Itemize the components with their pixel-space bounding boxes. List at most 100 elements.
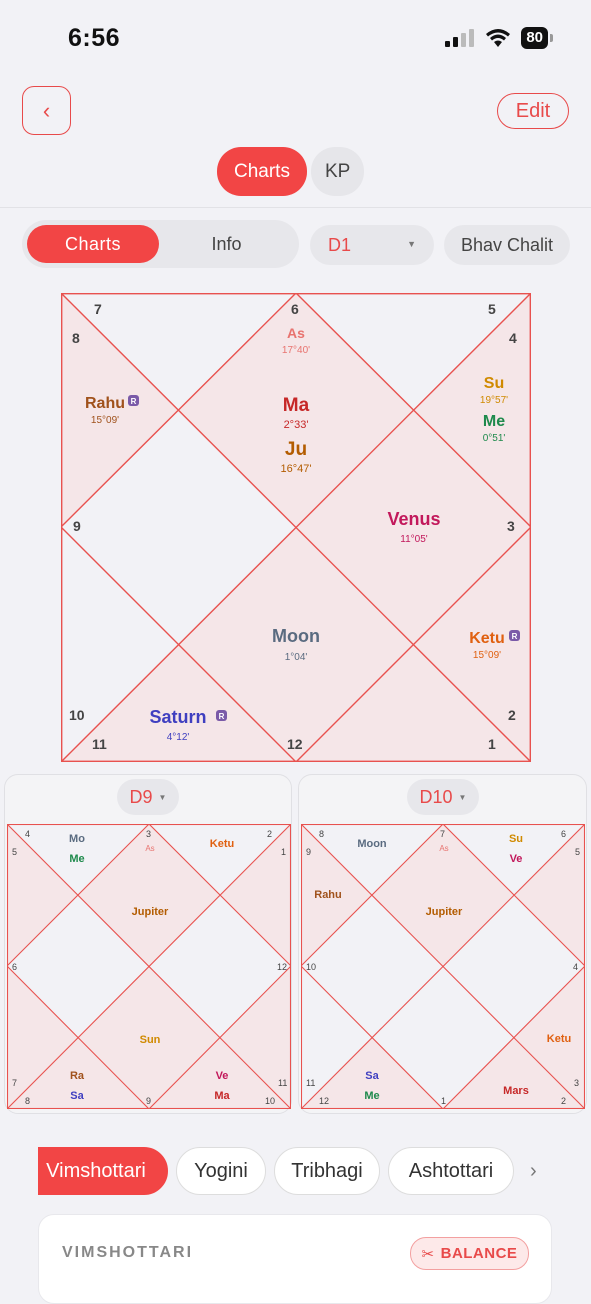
d10-house-6: 6 (561, 829, 566, 839)
d10-house-8: 8 (319, 829, 324, 839)
d9-ketu: Ketu (210, 838, 234, 850)
d9-house-1: 1 (281, 847, 286, 857)
vimshottari-title: VIMSHOTTARI (62, 1244, 194, 1261)
d9-house-3: 3 (146, 829, 151, 839)
d9-house-2: 2 (267, 829, 272, 839)
d1-chart: 7 8 6 5 4 9 3 10 2 11 12 1 As 17°40' Ma … (61, 293, 531, 762)
d1-retro-ketu-badge: R (509, 630, 520, 641)
scissors-icon: ✂ (421, 1245, 435, 1263)
d1-house-2: 2 (508, 707, 516, 723)
d1-planet-as: As (287, 325, 305, 341)
d1-deg-saturn: 4°12' (167, 732, 190, 743)
back-button[interactable]: ‹ (22, 86, 71, 135)
status-icons: 80 (445, 27, 553, 49)
chart-type-value: D1 (328, 234, 352, 255)
d9-house-9: 9 (146, 1096, 151, 1106)
d1-deg-ma: 2°33' (284, 419, 309, 431)
d9-house-8: 8 (25, 1096, 30, 1106)
d1-house-4: 4 (509, 330, 517, 346)
d1-house-10: 10 (69, 707, 85, 723)
d9-chart: 4 3 2 5 1 6 12 7 11 8 9 10 Mo Me As Ketu… (7, 824, 291, 1109)
d1-house-6: 6 (291, 301, 299, 317)
d1-house-7: 7 (94, 301, 102, 317)
d1-house-12: 12 (287, 736, 303, 752)
d10-house-3: 3 (574, 1078, 579, 1088)
d10-sa: Sa (365, 1070, 379, 1082)
d1-house-5: 5 (488, 301, 496, 317)
d1-house-9: 9 (73, 518, 81, 534)
tab-charts[interactable]: Charts (217, 147, 307, 196)
d9-select[interactable]: D9 ▼ (117, 779, 179, 815)
d9-ma: Ma (214, 1090, 230, 1102)
d1-house-1: 1 (488, 736, 496, 752)
d9-mo: Mo (69, 833, 85, 845)
mode-segment: Charts KP (217, 147, 365, 196)
d9-sun: Sun (140, 1034, 161, 1046)
d1-deg-moon: 1°04' (285, 652, 308, 663)
d9-house-12: 12 (277, 962, 287, 972)
d10-house-1: 1 (441, 1096, 446, 1106)
chevron-down-icon: ▼ (407, 239, 416, 249)
d10-select[interactable]: D10 ▼ (407, 779, 479, 815)
d1-retro-rahu-badge: R (128, 395, 139, 406)
d10-house-4: 4 (573, 962, 578, 972)
d1-planet-me: Me (483, 413, 505, 430)
chevron-down-icon: ▼ (458, 792, 467, 802)
d1-retro-rahu-label: R (131, 397, 137, 406)
tab-charts-view[interactable]: Charts (27, 225, 159, 263)
d10-chart: 8 7 6 9 5 10 4 11 3 12 1 2 Moon As Su Ve… (301, 824, 585, 1109)
d10-as: As (439, 844, 448, 853)
d1-planet-ju: Ju (285, 439, 307, 460)
d1-deg-venus: 11°05' (400, 534, 428, 545)
d10-select-value: D10 (419, 786, 453, 807)
d10-house-5: 5 (575, 847, 580, 857)
d1-house-11: 11 (92, 736, 107, 752)
tab-yogini[interactable]: Yogini (176, 1147, 266, 1195)
battery-tip (550, 34, 553, 42)
balance-label: BALANCE (440, 1245, 518, 1262)
d10-mars: Mars (503, 1085, 529, 1097)
battery-indicator: 80 (521, 27, 548, 49)
d9-as: As (145, 844, 154, 853)
d10-me: Me (364, 1090, 379, 1102)
d9-jupiter: Jupiter (132, 906, 169, 918)
d1-planet-su: Su (484, 375, 504, 392)
chevron-right-icon[interactable]: › (530, 1160, 537, 1183)
d10-house-11: 11 (306, 1078, 315, 1088)
d10-house-9: 9 (306, 847, 311, 857)
d1-planet-rahu: Rahu (85, 395, 125, 412)
d1-house-8: 8 (72, 330, 80, 346)
d9-select-value: D9 (129, 786, 153, 807)
tab-ashtottari[interactable]: Ashtottari (388, 1147, 514, 1195)
d9-house-11: 11 (278, 1078, 287, 1088)
bhav-chalit-button[interactable]: Bhav Chalit (444, 225, 570, 265)
d10-house-12: 12 (319, 1096, 329, 1106)
edit-button[interactable]: Edit (497, 93, 569, 129)
d9-sa: Sa (70, 1090, 84, 1102)
chart-type-select[interactable]: D1 ▼ (310, 225, 434, 265)
d1-deg-su: 19°57' (480, 395, 508, 406)
tab-info[interactable]: Info (169, 225, 284, 263)
d1-planet-ma: Ma (283, 395, 310, 416)
tab-tribhagi[interactable]: Tribhagi (274, 1147, 380, 1195)
tab-vimshottari[interactable]: Vimshottari (38, 1147, 168, 1195)
d10-house-7: 7 (440, 829, 445, 839)
d9-house-5: 5 (12, 847, 17, 857)
signal-icon (445, 29, 475, 47)
tab-kp[interactable]: KP (310, 147, 365, 196)
d10-jupiter: Jupiter (426, 906, 463, 918)
d1-planet-saturn: Saturn (149, 707, 206, 727)
d1-retro-saturn-badge: R (216, 710, 227, 721)
d1-house-3: 3 (507, 518, 515, 534)
chevron-down-icon: ▼ (158, 792, 167, 802)
chevron-left-icon: ‹ (42, 97, 51, 123)
d1-planet-moon: Moon (272, 626, 320, 646)
d9-house-4: 4 (25, 829, 30, 839)
d1-planet-venus: Venus (387, 509, 440, 529)
d1-deg-ju: 16°47' (281, 463, 312, 475)
d9-house-7: 7 (12, 1078, 17, 1088)
d1-planet-ketu: Ketu (469, 630, 505, 647)
d1-deg-ketu: 15°09' (473, 650, 501, 661)
balance-button[interactable]: ✂ BALANCE (410, 1237, 529, 1270)
d9-house-10: 10 (265, 1096, 275, 1106)
